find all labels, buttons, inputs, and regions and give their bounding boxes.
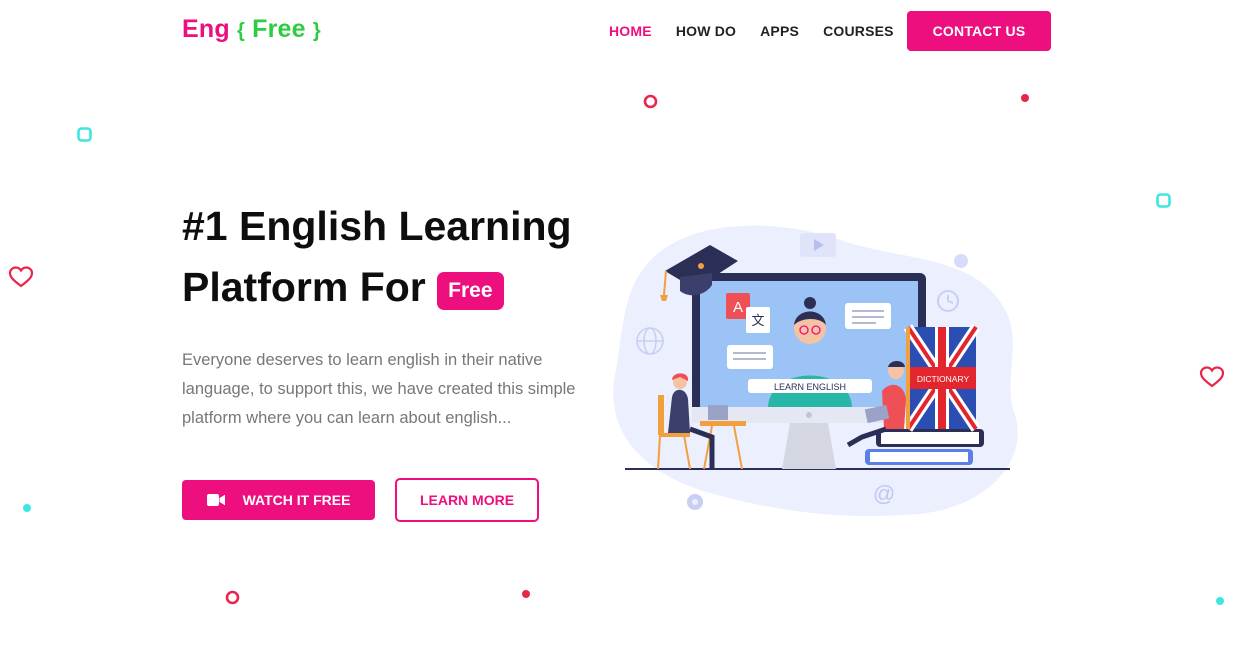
video-camera-icon: [206, 494, 225, 506]
hero-title-line2: Platform For: [182, 264, 426, 310]
hero-title: #1 English Learning Platform For Free: [182, 196, 612, 318]
nav-courses[interactable]: COURSES: [823, 23, 894, 39]
video-icon: [800, 233, 836, 257]
logo-free: Free: [252, 15, 306, 43]
contact-us-button[interactable]: CONTACT US: [907, 11, 1051, 51]
gear-icon: [687, 494, 703, 510]
learn-more-button[interactable]: LEARN MORE: [395, 478, 539, 522]
hero-description: Everyone deserves to learn english in th…: [182, 351, 576, 427]
watch-it-free-label: WATCH IT FREE: [242, 492, 351, 508]
hero-title-line1: #1 English Learning: [182, 203, 572, 249]
letter-translate: 文: [751, 314, 764, 329]
nav-how-do[interactable]: HOW DO: [676, 23, 736, 39]
dot-icon: [23, 504, 31, 512]
heart-icon: [1199, 366, 1225, 388]
free-badge: Free: [437, 272, 504, 310]
screen-caption: LEARN ENGLISH: [774, 382, 846, 392]
at-sign-icon: @: [873, 481, 895, 506]
main-nav: HOME HOW DO APPS COURSES: [609, 23, 918, 39]
dot-icon: [1216, 597, 1224, 605]
letter-a: A: [733, 299, 743, 316]
learning-illustration: LEARN ENGLISH A 文 DICTIONARY @: [613, 225, 1018, 516]
square-outline-icon: [1156, 193, 1171, 208]
dot-icon: [1021, 94, 1029, 102]
logo[interactable]: Eng { Free }: [182, 15, 321, 44]
logo-brace-open: {: [236, 20, 245, 42]
nav-apps[interactable]: APPS: [760, 23, 799, 39]
watch-it-free-button[interactable]: WATCH IT FREE: [182, 480, 375, 520]
square-outline-icon: [77, 127, 92, 142]
nav-home[interactable]: HOME: [609, 23, 652, 39]
ring-icon: [225, 590, 240, 605]
ring-icon: [643, 94, 658, 109]
heart-icon: [8, 266, 34, 288]
logo-eng: Eng: [182, 15, 230, 43]
dot-icon: [522, 590, 530, 598]
logo-brace-close: }: [312, 20, 321, 42]
book-label: DICTIONARY: [917, 374, 970, 384]
